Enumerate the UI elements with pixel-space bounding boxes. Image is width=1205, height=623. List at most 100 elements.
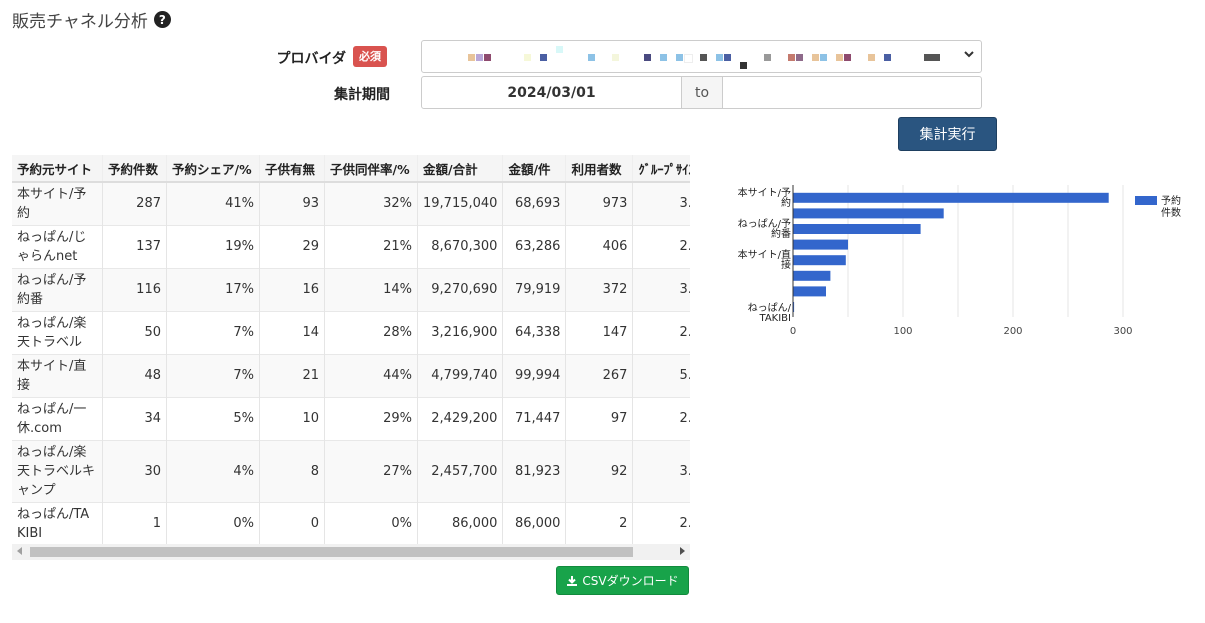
masked-pixel [644, 54, 651, 61]
column-header[interactable]: 予約件数 [102, 155, 167, 183]
x-tick-label: 200 [1003, 326, 1022, 337]
table-cell: 29% [324, 396, 418, 440]
masked-pixel [844, 54, 851, 61]
table-cell: 29 [259, 224, 325, 268]
table-cell: 4,799,740 [417, 353, 504, 397]
table-cell: 0% [324, 501, 418, 545]
table-cell: 68,693 [502, 181, 567, 225]
table-cell: 21 [259, 353, 325, 397]
column-header[interactable]: 予約シェア/% [166, 155, 260, 183]
masked-pixel [716, 54, 723, 61]
masked-pixel [836, 54, 843, 61]
chart-bar [793, 192, 1109, 203]
table-cell: 287 [102, 181, 167, 225]
site-cell: ねっぱん/楽 天トラベルキ ャンプ [12, 439, 103, 502]
masked-pixel [924, 54, 940, 61]
legend-label: 予約 [1161, 194, 1181, 207]
table-cell: 2.94 [632, 310, 690, 354]
column-header[interactable]: 金額/件 [502, 155, 567, 183]
table-cell: 63,286 [502, 224, 567, 268]
table-row: 本サイト/直接487%2144%4,799,74099,9942675.56 [12, 353, 690, 397]
table-cell: 99,994 [502, 353, 567, 397]
legend-label: 件数 [1161, 206, 1181, 219]
scrollbar-thumb[interactable] [30, 547, 633, 557]
masked-pixel [796, 54, 803, 61]
date-to-input[interactable] [722, 76, 982, 109]
table-cell: 93 [259, 181, 325, 225]
question-circle-icon[interactable]: ? [153, 11, 171, 28]
x-tick-label: 100 [893, 326, 912, 337]
table-cell: 86,000 [502, 501, 567, 545]
table-cell: 2,429,200 [417, 396, 504, 440]
masked-pixel [556, 46, 563, 53]
masked-pixel [884, 54, 891, 61]
provider-select[interactable] [421, 40, 982, 73]
chart-bar [793, 270, 831, 281]
table-cell: 30 [102, 439, 167, 502]
horizontal-scrollbar[interactable] [12, 544, 690, 560]
table-cell: 48 [102, 353, 167, 397]
table-cell: 3.21 [632, 267, 690, 311]
table-row: ねっぱん/一休.com345%1029%2,429,20071,447972.8… [12, 396, 690, 440]
table-row: 本サイト/予約28741%9332%19,715,04068,6939733.3… [12, 181, 690, 225]
table-cell: 2.00 [632, 501, 690, 545]
chart-bar [793, 286, 826, 297]
site-cell: ねっぱん/じ ゃらんnet [12, 224, 103, 268]
category-label: 約番 [771, 227, 791, 240]
table-cell: 81,923 [502, 439, 567, 502]
site-cell: 本サイト/予約 [12, 181, 103, 225]
table-cell: 372 [565, 267, 634, 311]
table-cell: 5% [166, 396, 260, 440]
masked-pixel [660, 54, 667, 61]
masked-pixel [868, 54, 875, 61]
table-cell: 14% [324, 267, 418, 311]
table-cell: 16 [259, 267, 325, 311]
site-cell: ねっぱん/楽 天トラベル [12, 310, 103, 354]
site-cell: ねっぱん/一 休.com [12, 396, 103, 440]
table-cell: 71,447 [502, 396, 567, 440]
table-row: ねっぱん/楽天トラベル507%1428%3,216,90064,3381472.… [12, 310, 690, 354]
table-cell: 32% [324, 181, 418, 225]
masked-pixel [612, 54, 619, 61]
scroll-left-icon[interactable] [17, 547, 22, 555]
column-header[interactable]: 子供同伴率/% [324, 155, 418, 183]
chart-bar [793, 224, 921, 234]
masked-pixel [524, 54, 531, 61]
table-cell: 2,457,700 [417, 439, 504, 502]
csv-download-button[interactable]: CSVダウンロード [556, 566, 689, 595]
column-header[interactable]: 利用者数 [565, 155, 634, 183]
page-title-text: 販売チャネル分析 [12, 12, 148, 32]
table-cell: 79,919 [502, 267, 567, 311]
chart-bar [793, 255, 846, 266]
table-cell: 28% [324, 310, 418, 354]
column-header[interactable]: ｸﾞﾙｰﾌﾟｻｲｽﾞ [632, 155, 690, 183]
masked-pixel [764, 54, 771, 61]
masked-pixel [476, 54, 483, 61]
page-title: 販売チャネル分析 ? [12, 7, 171, 32]
run-aggregation-button[interactable]: 集計実行 [898, 117, 997, 151]
category-label: 接 [781, 258, 791, 271]
masked-pixel [484, 54, 491, 61]
masked-pixel [468, 54, 475, 61]
table-cell: 64,338 [502, 310, 567, 354]
masked-pixel [820, 54, 827, 61]
period-label: 集計期間 [334, 87, 390, 103]
table-cell: 3.07 [632, 439, 690, 502]
table-cell: 34 [102, 396, 167, 440]
scroll-right-icon[interactable] [680, 547, 685, 555]
category-label: TAKIBI [759, 313, 792, 324]
column-header[interactable]: 子供有無 [259, 155, 325, 183]
table-cell: 9,270,690 [417, 267, 504, 311]
table-cell: 19,715,040 [417, 181, 504, 225]
results-table: 予約元サイト 予約件数 予約シェア/% 子供有無 子供同伴率/% 金額/合計 金額/件 利用者… [12, 155, 690, 545]
table-cell: 17% [166, 267, 260, 311]
table-cell: 3.39 [632, 181, 690, 225]
required-badge: 必須 [353, 46, 387, 67]
table-cell: 3,216,900 [417, 310, 504, 354]
column-header[interactable]: 金額/合計 [417, 155, 504, 183]
column-header[interactable]: 予約元サイト [12, 155, 103, 183]
table-header-row: 予約元サイト 予約件数 予約シェア/% 子供有無 子供同伴率/% 金額/合計 金額/件 利用者… [12, 155, 690, 183]
results-table-container[interactable]: 予約元サイト 予約件数 予約シェア/% 子供有無 子供同伴率/% 金額/合計 金額/件 利用者… [12, 155, 690, 560]
date-from-input[interactable]: 2024/03/01 [421, 76, 682, 109]
date-separator: to [681, 76, 723, 109]
